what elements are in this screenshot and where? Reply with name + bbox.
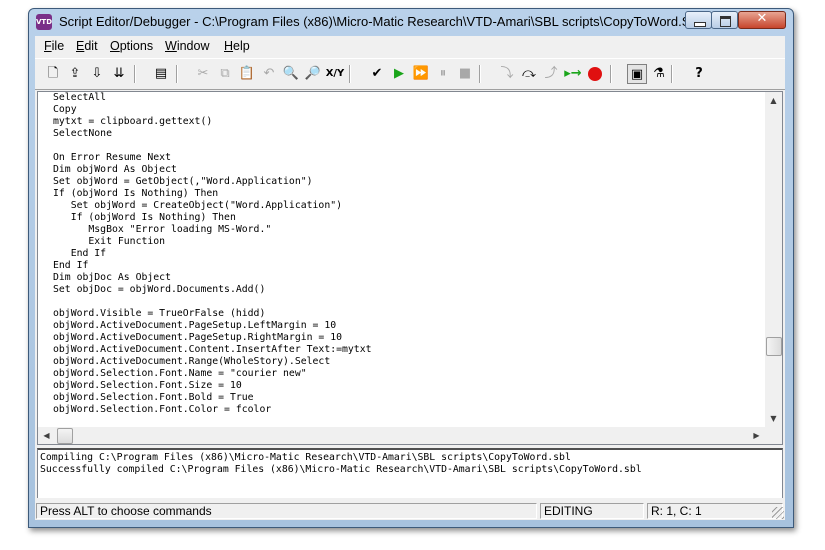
app-icon[interactable]: VTD	[36, 14, 52, 30]
find-icon[interactable]: 🔍	[281, 64, 301, 84]
status-position: R: 1, C: 1	[647, 503, 783, 519]
output-line: Successfully compiled C:\Program Files (…	[40, 464, 642, 475]
code-line: End If	[53, 248, 107, 259]
toolbar-separator	[479, 65, 481, 83]
cut-icon[interactable]: ✂	[193, 64, 213, 84]
code-line: objWord.ActiveDocument.PageSetup.LeftMar…	[53, 320, 337, 331]
app-window: VTD Script Editor/Debugger - C:\Program …	[28, 8, 794, 528]
watch-icon[interactable]: ⚗	[649, 64, 669, 84]
horizontal-scrollbar[interactable]: ◀ ▶	[38, 427, 765, 444]
pause-icon[interactable]: ⏸	[433, 64, 453, 84]
code-line: mytxt = clipboard.gettext()	[53, 116, 213, 127]
code-line: Set objWord = GetObject(,"Word.Applicati…	[53, 176, 313, 187]
code-line: objWord.Selection.Font.Bold = True	[53, 392, 254, 403]
paste-icon[interactable]: 📋	[237, 64, 257, 84]
scroll-right-icon[interactable]: ▶	[748, 427, 765, 444]
status-mode: EDITING	[540, 503, 644, 519]
find-next-icon[interactable]: 🔎	[303, 64, 323, 84]
toolbar-separator	[610, 65, 612, 83]
step-over-icon[interactable]: ⤼	[519, 64, 539, 84]
output-line: Compiling C:\Program Files (x86)\Micro-M…	[40, 452, 571, 463]
code-editor[interactable]: SelectAll Copy mytxt = clipboard.gettext()…	[37, 91, 783, 445]
menu-help[interactable]: Help	[224, 39, 250, 53]
toolbar: 🗋 ⇪ ⇩ ⇊ ▤ ✂ ⧉ 📋 ↶ 🔍 🔎 X/Y ✔ ▶ ⏩ ⏸ ■ ⤵ ⤼ ⤴ ▸→ ▣ ⚗?	[35, 58, 785, 90]
toolbar-separator	[134, 65, 136, 83]
save-all-icon[interactable]: ⇊	[109, 64, 129, 84]
menu-options[interactable]: Options	[110, 39, 153, 53]
toolbar-separator	[176, 65, 178, 83]
code-line: objWord.Selection.Font.Name = "courier n…	[53, 368, 307, 379]
copy-icon[interactable]: ⧉	[215, 64, 235, 84]
code-line: If (objWord Is Nothing) Then	[53, 212, 236, 223]
client-area: File Edit Options Window Help 🗋 ⇪ ⇩ ⇊ ▤ ✂ ⧉ 📋 ↶ 🔍…	[35, 36, 785, 520]
vertical-scroll-thumb[interactable]	[766, 337, 782, 356]
code-line: SelectNone	[53, 128, 112, 139]
code-line: objWord.ActiveDocument.Content.InsertAft…	[53, 344, 372, 355]
open-file-icon[interactable]: ⇪	[65, 64, 85, 84]
code-line: Dim objWord As Object	[53, 164, 177, 175]
code-line: MsgBox "Error loading MS-Word."	[53, 224, 272, 235]
status-bar: Press ALT to choose commands EDITING R: …	[35, 502, 785, 520]
code-line: Set objWord = CreateObject("Word.Applica…	[53, 200, 343, 211]
code-line: Set objDoc = objWord.Documents.Add()	[53, 284, 266, 295]
code-line: Exit Function	[53, 236, 166, 247]
close-icon: ✕	[756, 11, 768, 26]
code-line: Dim objDoc As Object	[53, 272, 171, 283]
menu-edit[interactable]: Edit	[76, 39, 98, 53]
save-file-icon[interactable]: ⇩	[87, 64, 107, 84]
scroll-down-icon[interactable]: ▼	[765, 410, 782, 427]
code-line: objWord.Selection.Font.Color = fcolor	[53, 404, 272, 415]
code-line: If (objWord Is Nothing) Then	[53, 188, 219, 199]
scroll-corner	[765, 427, 782, 444]
status-hint: Press ALT to choose commands	[36, 503, 537, 519]
code-line: objWord.Visible = TrueOrFalse (hidd)	[53, 308, 266, 319]
maximize-button[interactable]	[711, 11, 738, 29]
code-line: On Error Resume Next	[53, 152, 171, 163]
title-bar[interactable]: VTD Script Editor/Debugger - C:\Program …	[29, 9, 793, 35]
breakpoint-icon[interactable]	[585, 64, 605, 84]
toolbar-separator	[349, 65, 351, 83]
horizontal-scroll-thumb[interactable]	[57, 428, 73, 444]
step-into-icon[interactable]: ⤵	[497, 64, 517, 84]
window-title: Script Editor/Debugger - C:\Program File…	[59, 14, 707, 29]
output-window-icon[interactable]: ▣	[627, 64, 647, 84]
dialog-editor-icon[interactable]: ▤	[151, 64, 171, 84]
code-line: objWord.ActiveDocument.Range(WholeStory)…	[53, 356, 331, 367]
menu-window[interactable]: Window	[165, 39, 209, 53]
vertical-scrollbar[interactable]: ▲ ▼	[765, 92, 782, 427]
minimize-button[interactable]	[685, 11, 712, 29]
scroll-up-icon[interactable]: ▲	[765, 92, 782, 109]
run-to-cursor-icon[interactable]: ▸→	[563, 64, 583, 84]
menu-bar: File Edit Options Window Help	[35, 36, 785, 56]
toolbar-separator	[671, 65, 673, 83]
resize-grip[interactable]	[772, 507, 784, 519]
undo-icon[interactable]: ↶	[259, 64, 279, 84]
help-icon[interactable]: ?	[689, 64, 709, 84]
stop-icon[interactable]: ■	[455, 64, 475, 84]
run-icon[interactable]: ▶	[389, 64, 409, 84]
menu-file[interactable]: File	[44, 39, 64, 53]
code-line: objWord.ActiveDocument.PageSetup.RightMa…	[53, 332, 343, 343]
step-run-icon[interactable]: ⏩	[411, 64, 431, 84]
check-syntax-icon[interactable]: ✔	[367, 64, 387, 84]
close-button[interactable]: ✕	[738, 11, 786, 29]
new-file-icon[interactable]: 🗋	[43, 64, 63, 84]
code-line: Copy	[53, 104, 77, 115]
output-panel[interactable]: Compiling C:\Program Files (x86)\Micro-M…	[37, 448, 783, 498]
code-line: SelectAll	[53, 92, 107, 103]
step-out-icon[interactable]: ⤴	[541, 64, 561, 84]
code-line: End If	[53, 260, 89, 271]
code-text[interactable]: SelectAll Copy mytxt = clipboard.gettext()…	[53, 92, 763, 424]
replace-icon[interactable]: X/Y	[325, 64, 345, 84]
scroll-left-icon[interactable]: ◀	[38, 427, 55, 444]
code-line: objWord.Selection.Font.Size = 10	[53, 380, 242, 391]
